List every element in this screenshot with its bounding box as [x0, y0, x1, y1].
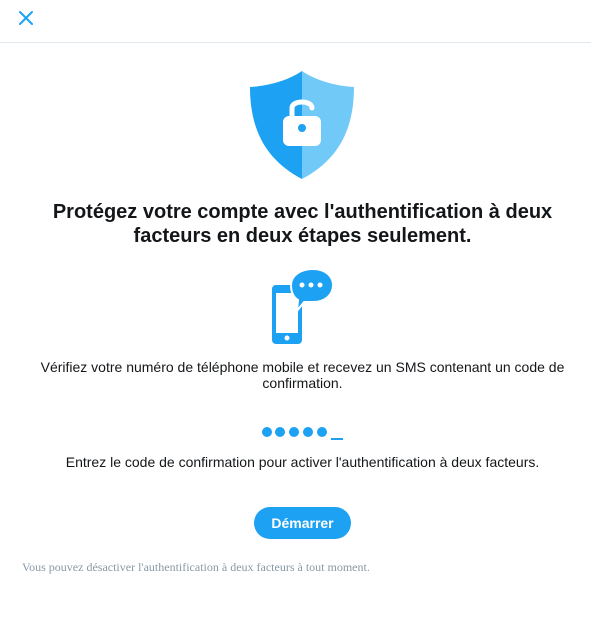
footer-note: Vous pouvez désactiver l'authentificatio… [22, 560, 370, 574]
step-two-text: Entrez le code de confirmation pour acti… [65, 454, 540, 470]
start-button[interactable]: Démarrer [254, 507, 351, 539]
shield-lock-icon [250, 71, 354, 179]
step-one-text: Vérifiez votre numéro de téléphone mobil… [40, 359, 565, 391]
close-button[interactable] [14, 6, 38, 30]
code-dots-icon [262, 427, 343, 440]
page-title: Protégez votre compte avec l'authentific… [52, 201, 553, 247]
phone-message-icon [272, 268, 334, 344]
dialog-header [0, 0, 591, 43]
close-icon[interactable] [18, 10, 34, 26]
